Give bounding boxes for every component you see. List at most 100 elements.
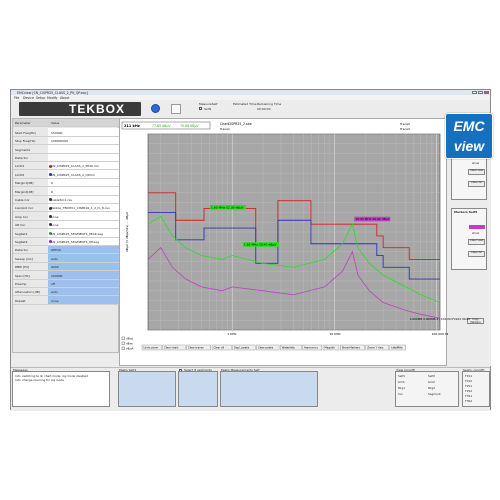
parameter-value[interactable]: CN_CISPR25_SEGMENTS_QP.seg	[51, 240, 99, 244]
parameter-value-cell[interactable]	[48, 296, 120, 304]
parameter-value-cell[interactable]	[48, 187, 120, 195]
parameter-value-cell[interactable]	[48, 220, 120, 229]
parameter-value[interactable]: 9000	[51, 265, 59, 269]
clear-last-self2-button[interactable]: Clear Last	[468, 239, 485, 245]
select-segments-box	[178, 371, 218, 407]
bottom-panel: Messages Info: switching to lin chart mo…	[11, 367, 490, 411]
stop-button[interactable]	[171, 104, 181, 114]
parameter-row[interactable]: Att Cor none	[13, 220, 120, 230]
parameter-row[interactable]: SegSet1 CN_CISPR25_SEGMENTS_PEAK.seg	[13, 229, 120, 238]
parameter-value[interactable]: auto	[51, 257, 58, 261]
parameter-row[interactable]: Preamp off	[13, 279, 120, 288]
parameter-value[interactable]: 108000000	[51, 139, 68, 143]
trace-toggle-item[interactable]: T1S2	[465, 379, 472, 383]
parameter-value[interactable]: none	[51, 299, 58, 303]
spectrum-chart-area[interactable]: 211 kHz 77.85 dBµV 70.86 dBµV Chart CISPR25_…	[119, 118, 452, 367]
close-button[interactable]	[484, 90, 489, 94]
parameter-row[interactable]: Segments	[13, 145, 120, 154]
marker-annotation-label: 1.60 MHz 52.30 dBµV	[211, 205, 244, 209]
clear-all-self1-button[interactable]: Clear All	[468, 181, 485, 187]
unit-option-radio	[121, 336, 125, 340]
parameter-value-cell[interactable]	[48, 145, 120, 153]
parameter-row[interactable]: Limit1 CN_CISPR25_CLASS_2_PEAK.lim	[13, 162, 120, 171]
trace-toggle-item[interactable]: T1S1	[465, 374, 472, 378]
view-toggle-item[interactable]: Mrg1	[398, 386, 405, 390]
view-toggle-item[interactable]: Lim1	[398, 380, 405, 384]
chart-toolbar-button-label: Undo zoom	[144, 346, 159, 350]
maximize-button[interactable]	[478, 90, 483, 94]
parameter-name: Cable Cor	[15, 197, 30, 202]
parameter-row[interactable]: Sweep [ms] auto	[13, 254, 120, 263]
parameter-row[interactable]: Attenuation [dB] auto	[13, 288, 120, 297]
parameter-value[interactable]: CN_CISPR25_SEGMENTS_PEAK.seg	[51, 232, 103, 236]
parameter-row[interactable]: Margin2[dB] 6	[13, 187, 120, 196]
parameter-row[interactable]: Limit2 CN_CISPR25_CLASS_2_QP.lim	[13, 170, 120, 179]
parameter-row[interactable]: Span [Hz] 100000	[13, 271, 120, 280]
parameter-value[interactable]: CN_CISPR25_CLASS_2_PEAK.lim	[51, 164, 99, 168]
parameter-value[interactable]: off	[51, 282, 55, 286]
parameter-name: Sweep [ms]	[15, 256, 33, 261]
remaining-time-label: Remaining Time	[257, 102, 282, 106]
trace-toggle-item[interactable]: T3S2	[465, 399, 472, 403]
parameter-value[interactable]: 150000	[51, 131, 62, 135]
parameter-value[interactable]: none	[51, 223, 58, 227]
trace-toggle-item[interactable]: T3S1	[465, 394, 472, 398]
parameter-name: Amp Cor	[15, 214, 28, 219]
parameter-row[interactable]: Margin1[dB] 6	[13, 178, 120, 188]
trace-toggle-item[interactable]: T2S2	[465, 389, 472, 393]
chart-toolbar-button-label: Waterfalls	[282, 346, 296, 350]
clear-all-self2-button[interactable]: Clear All	[468, 251, 485, 257]
parameter-value-cell[interactable]	[48, 288, 120, 296]
markers-self2-box: Markers Self2 show Clear Last Clear All	[451, 208, 487, 270]
view-toggle-item[interactable]: Cor	[398, 392, 403, 396]
parameter-value[interactable]: Tekbox_TBOH01_CISPR16_1_2_fo_8.csv	[51, 206, 110, 210]
parameter-value[interactable]: Cable5m1.csv	[51, 198, 72, 202]
self1-checkbox[interactable]	[199, 107, 202, 110]
chart-toolbar-button-label: kHz/MHz	[391, 346, 403, 350]
unit-option-radio	[121, 346, 125, 350]
spectrum-chart[interactable]: 211 kHz 77.85 dBµV 70.86 dBµV Chart CISPR25_…	[120, 119, 452, 367]
parameter-value[interactable]: CN_CISPR25_CLASS_2_QP.lim	[51, 173, 95, 177]
parameter-row[interactable]: Repeat none	[13, 296, 120, 305]
view-toggle-item[interactable]: Lim2	[428, 380, 435, 384]
parameter-row[interactable]: Detector	[13, 153, 120, 162]
parameter-value[interactable]: QPEAK	[51, 248, 61, 252]
view-toggle-item[interactable]: Self1	[398, 374, 405, 378]
parameter-value[interactable]: none	[51, 215, 58, 219]
messages-box: Info: switching to lin chart mode: log m…	[12, 371, 110, 407]
minimize-button[interactable]	[472, 90, 477, 94]
parameter-value-cell[interactable]	[48, 254, 120, 262]
parameter-value-cell[interactable]	[48, 153, 120, 161]
x-tick-label: 1 MHz	[227, 332, 237, 336]
run-measurement-button[interactable]	[151, 104, 160, 113]
clear-last-self1-button[interactable]: Clear Last	[468, 169, 485, 175]
parameter-value[interactable]: auto	[51, 290, 58, 294]
parameter-value[interactable]: 6	[51, 190, 53, 194]
estimated-time-label: Estimated Time	[233, 102, 257, 106]
parameter-value-cell[interactable]	[48, 178, 120, 187]
view-toggle-item[interactable]: Self2	[428, 374, 435, 378]
parameter-row[interactable]: Amp Cor none	[13, 212, 120, 221]
parameter-row[interactable]: SegSet2 CN_CISPR25_SEGMENTS_QP.seg	[13, 237, 120, 246]
markers-self2-show[interactable]: show	[472, 231, 479, 235]
markers-self1-show[interactable]: show	[472, 161, 479, 165]
peaks-measurements-box	[220, 371, 318, 407]
parameter-row[interactable]: RBW [Hz] 9000	[13, 262, 120, 272]
parameter-row[interactable]: Start Freq(Hz) 150000	[13, 128, 120, 137]
markers-self2-title: Markers Self2	[454, 210, 478, 214]
view-toggle-item[interactable]: Mrg2	[428, 386, 435, 390]
parameter-value-cell[interactable]	[48, 279, 120, 287]
parameter-row[interactable]: Detector QPEAK	[13, 246, 120, 255]
parameter-row[interactable]: Lisn/Ant Cor Tekbox_TBOH01_CISPR16_1_2_fo…	[13, 204, 120, 213]
view-toggle-item[interactable]: Segment	[428, 392, 441, 396]
estimated-time-value: 00:00:00	[257, 106, 271, 111]
chart-toolbar-button-label: Magnify	[325, 346, 336, 350]
trace-toggle-item[interactable]: T2S1	[465, 384, 472, 388]
parameter-value-cell[interactable]	[48, 212, 120, 220]
logo-text: TEKBOX	[69, 102, 126, 116]
parameter-row[interactable]: Stop Freq(Hz) 108000000	[13, 136, 120, 146]
parameter-value[interactable]: 6	[51, 181, 53, 185]
trace2-label: Trace2	[399, 122, 410, 126]
parameter-row[interactable]: Cable Cor Cable5m1.csv	[13, 195, 120, 204]
parameter-value[interactable]: 100000	[51, 274, 62, 278]
